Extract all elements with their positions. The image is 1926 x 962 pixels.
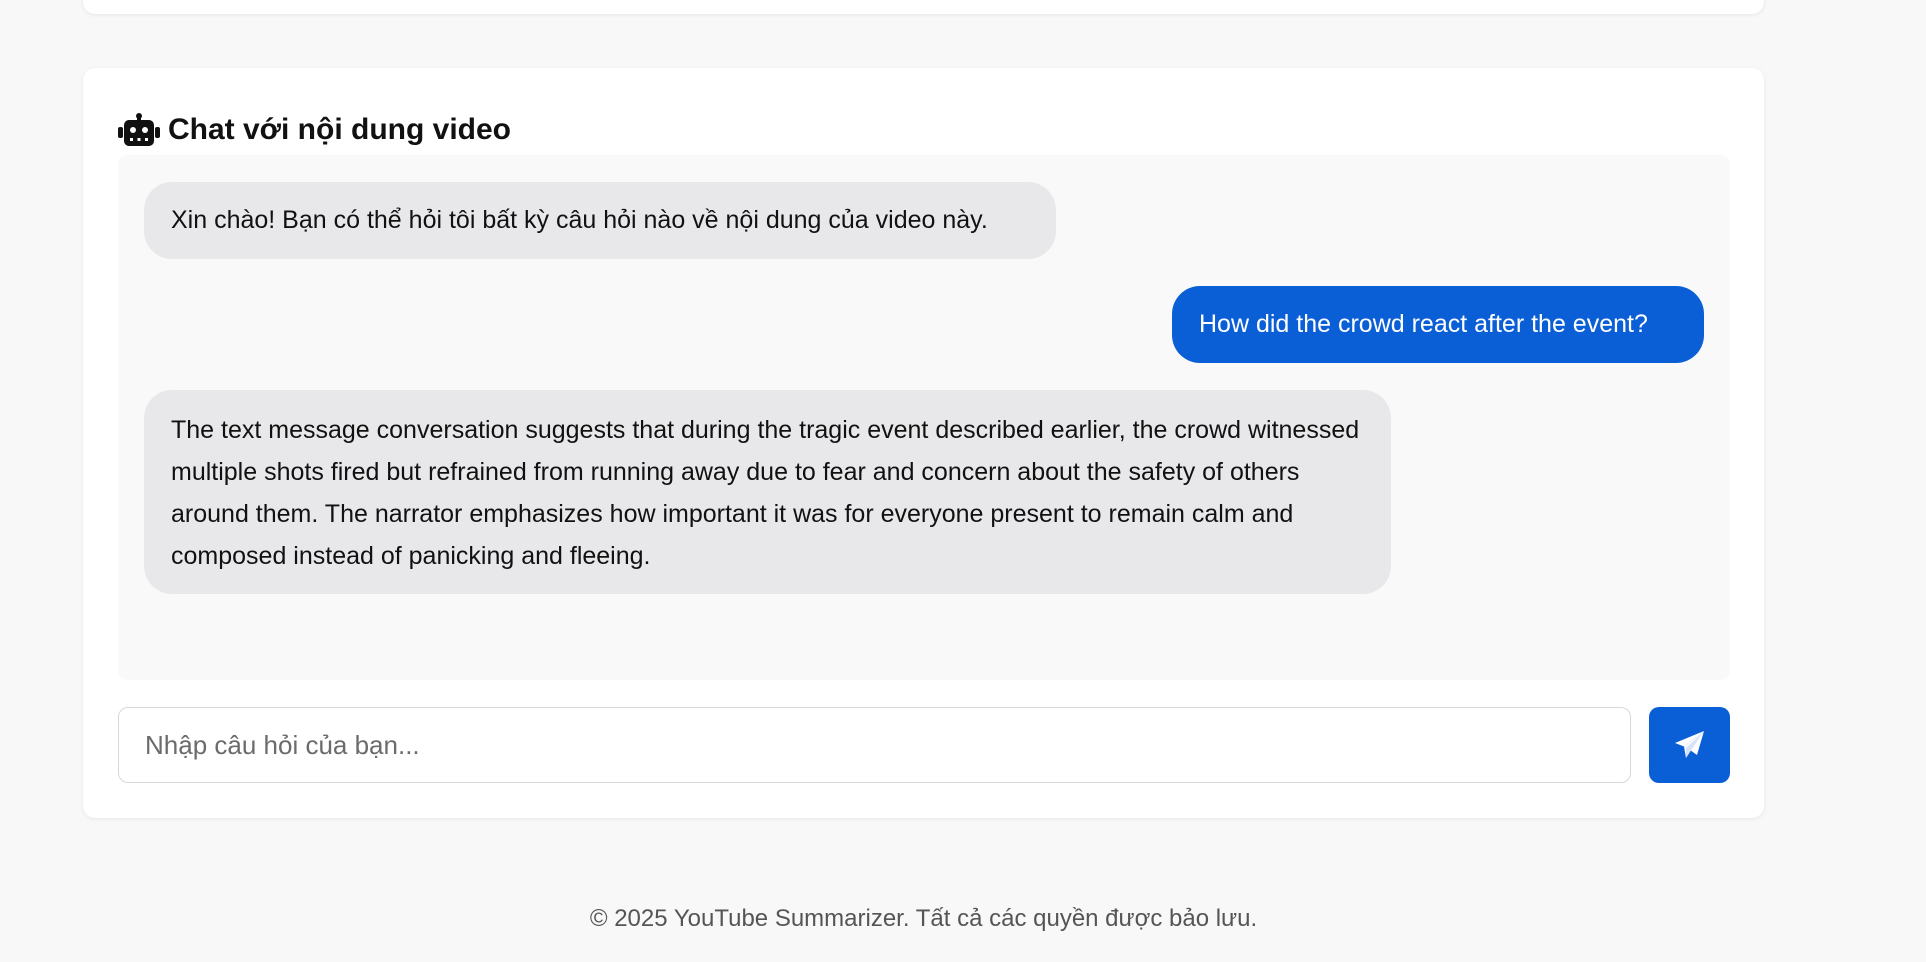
send-button[interactable] (1649, 707, 1730, 783)
message-list[interactable]: Xin chào! Bạn có thể hỏi tôi bất kỳ câu … (118, 155, 1730, 680)
chat-question-input[interactable] (118, 707, 1631, 783)
robot-icon (118, 113, 160, 146)
user-message: How did the crowd react after the event? (1172, 286, 1704, 363)
chat-heading: Chat với nội dung video (118, 108, 511, 152)
footer-copyright: © 2025 YouTube Summarizer. Tất cả các qu… (589, 905, 1258, 932)
chat-panel: Chat với nội dung video Xin chào! Bạn có… (83, 68, 1764, 818)
chat-input-row (118, 707, 1730, 783)
chat-heading-text: Chat với nội dung video (168, 113, 511, 146)
bot-message: The text message conversation suggests t… (144, 390, 1391, 594)
paper-plane-icon (1674, 731, 1704, 758)
bot-message: Xin chào! Bạn có thể hỏi tôi bất kỳ câu … (144, 182, 1056, 259)
previous-section-card (83, 0, 1764, 14)
